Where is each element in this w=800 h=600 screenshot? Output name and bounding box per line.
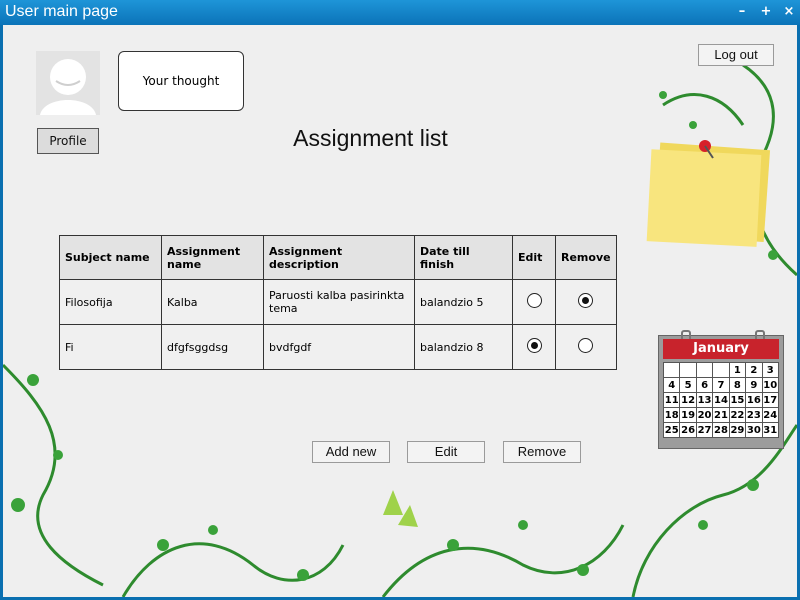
remove-radio[interactable]	[578, 293, 594, 308]
calendar-day[interactable]: 27	[695, 422, 714, 438]
calendar-month: January	[663, 339, 779, 359]
calendar-week: 11 12 13 14 15 16 17	[662, 392, 780, 408]
calendar-week: 25 26 27 28 29 30 31	[662, 422, 780, 438]
calendar-day[interactable]: 2	[745, 362, 763, 378]
remove-button[interactable]: Remove	[503, 441, 581, 463]
edit-radio[interactable]	[526, 293, 542, 308]
add-new-button[interactable]: Add new	[312, 441, 390, 463]
thought-bubble[interactable]: Your thought	[118, 51, 244, 111]
calendar-day	[695, 362, 714, 378]
edit-cell	[512, 279, 556, 325]
calendar-day[interactable]: 9	[745, 377, 763, 393]
calendar-day[interactable]: 4	[662, 377, 681, 393]
calendar-day[interactable]: 10	[761, 377, 780, 393]
calendar-day	[712, 362, 730, 378]
subject-cell: Filosofija	[59, 279, 162, 325]
calendar-day[interactable]: 7	[712, 377, 730, 393]
main-content: Your thought Profile Log out Assignment …	[3, 25, 797, 597]
page-title: Assignment list	[293, 125, 448, 151]
edit-radio[interactable]	[526, 338, 542, 353]
calendar-grid: 1 2 3 4 5 6 7 8 9 10 11 12 13 14 15 16 17 18 19 20 21 22 23 24 2…	[662, 362, 780, 438]
calendar-day[interactable]: 29	[728, 422, 747, 438]
calendar-day[interactable]: 25	[662, 422, 681, 438]
title-bar[interactable]: User main page – + ×	[0, 0, 800, 25]
close-button[interactable]: ×	[780, 3, 798, 21]
calendar-week: 123	[662, 362, 780, 378]
profile-button[interactable]: Profile	[37, 128, 99, 154]
calendar-day[interactable]: 26	[679, 422, 697, 438]
assignment-cell: Kalba	[161, 279, 264, 325]
calendar-day[interactable]: 1	[728, 362, 747, 378]
logout-button[interactable]: Log out	[698, 44, 774, 66]
remove-radio[interactable]	[578, 338, 594, 353]
calendar-day[interactable]: 23	[745, 407, 763, 423]
date-cell: balandzio 5	[414, 279, 513, 325]
minimize-button[interactable]: –	[733, 3, 751, 21]
description-cell: Paruosti kalba pasirinkta tema	[263, 279, 415, 325]
window-title: User main page	[5, 3, 118, 20]
calendar-day	[679, 362, 697, 378]
calendar-day[interactable]: 20	[695, 407, 714, 423]
column-header[interactable]: Assignment description	[263, 235, 415, 280]
calendar-week: 18 19 20 21 22 23 24	[662, 407, 780, 423]
column-header[interactable]: Subject name	[59, 235, 162, 280]
column-header[interactable]: Edit	[512, 235, 556, 280]
calendar-day[interactable]: 22	[728, 407, 747, 423]
calendar-day[interactable]: 24	[761, 407, 780, 423]
maximize-button[interactable]: +	[757, 3, 775, 21]
calendar-widget: January 1 2 3 4 5 6 7 8 9 10 11 12 13 14 15 16 17 18 19 20 2…	[658, 330, 784, 449]
calendar-day[interactable]: 30	[745, 422, 763, 438]
calendar-day	[662, 362, 681, 378]
assignment-cell: dfgfsggdsg	[161, 324, 264, 370]
calendar-day[interactable]: 5	[679, 377, 697, 393]
edit-cell	[512, 324, 556, 370]
edit-button[interactable]: Edit	[407, 441, 485, 463]
calendar-day[interactable]: 6	[695, 377, 714, 393]
avatar	[36, 51, 100, 115]
calendar-day[interactable]: 18	[662, 407, 681, 423]
date-cell: balandzio 8	[414, 324, 513, 370]
calendar-day[interactable]: 15	[728, 392, 747, 408]
subject-cell: Fi	[59, 324, 162, 370]
calendar-day[interactable]: 31	[761, 422, 780, 438]
calendar-day[interactable]: 11	[662, 392, 681, 408]
table-row[interactable]: Filosofija Kalba Paruosti kalba pasirink…	[59, 279, 617, 325]
table-row[interactable]: Fi dfgfsggdsg bvdfgdf balandzio 8	[59, 324, 617, 370]
description-cell: bvdfgdf	[263, 324, 415, 370]
calendar-day[interactable]: 14	[712, 392, 730, 408]
column-header[interactable]: Date till finish	[414, 235, 513, 280]
column-header[interactable]: Remove	[555, 235, 617, 280]
sticky-note-icon	[646, 140, 771, 247]
calendar-day[interactable]: 16	[745, 392, 763, 408]
calendar-day[interactable]: 13	[695, 392, 714, 408]
assignment-table: Subject name Assignment name Assignment …	[59, 235, 617, 370]
user-silhouette-icon	[40, 59, 96, 115]
calendar-day[interactable]: 19	[679, 407, 697, 423]
calendar-day[interactable]: 21	[712, 407, 730, 423]
calendar-day[interactable]: 8	[728, 377, 747, 393]
calendar-day[interactable]: 12	[679, 392, 697, 408]
column-header[interactable]: Assignment name	[161, 235, 264, 280]
calendar-week: 4 5 6 7 8 9 10	[662, 377, 780, 393]
table-header-row: Subject name Assignment name Assignment …	[59, 235, 617, 280]
calendar-day[interactable]: 28	[712, 422, 730, 438]
app-window: User main page – + × Your thought Profil…	[0, 0, 800, 600]
remove-cell	[555, 279, 617, 325]
calendar-day[interactable]: 17	[761, 392, 780, 408]
remove-cell	[555, 324, 617, 370]
calendar-day[interactable]: 3	[761, 362, 780, 378]
